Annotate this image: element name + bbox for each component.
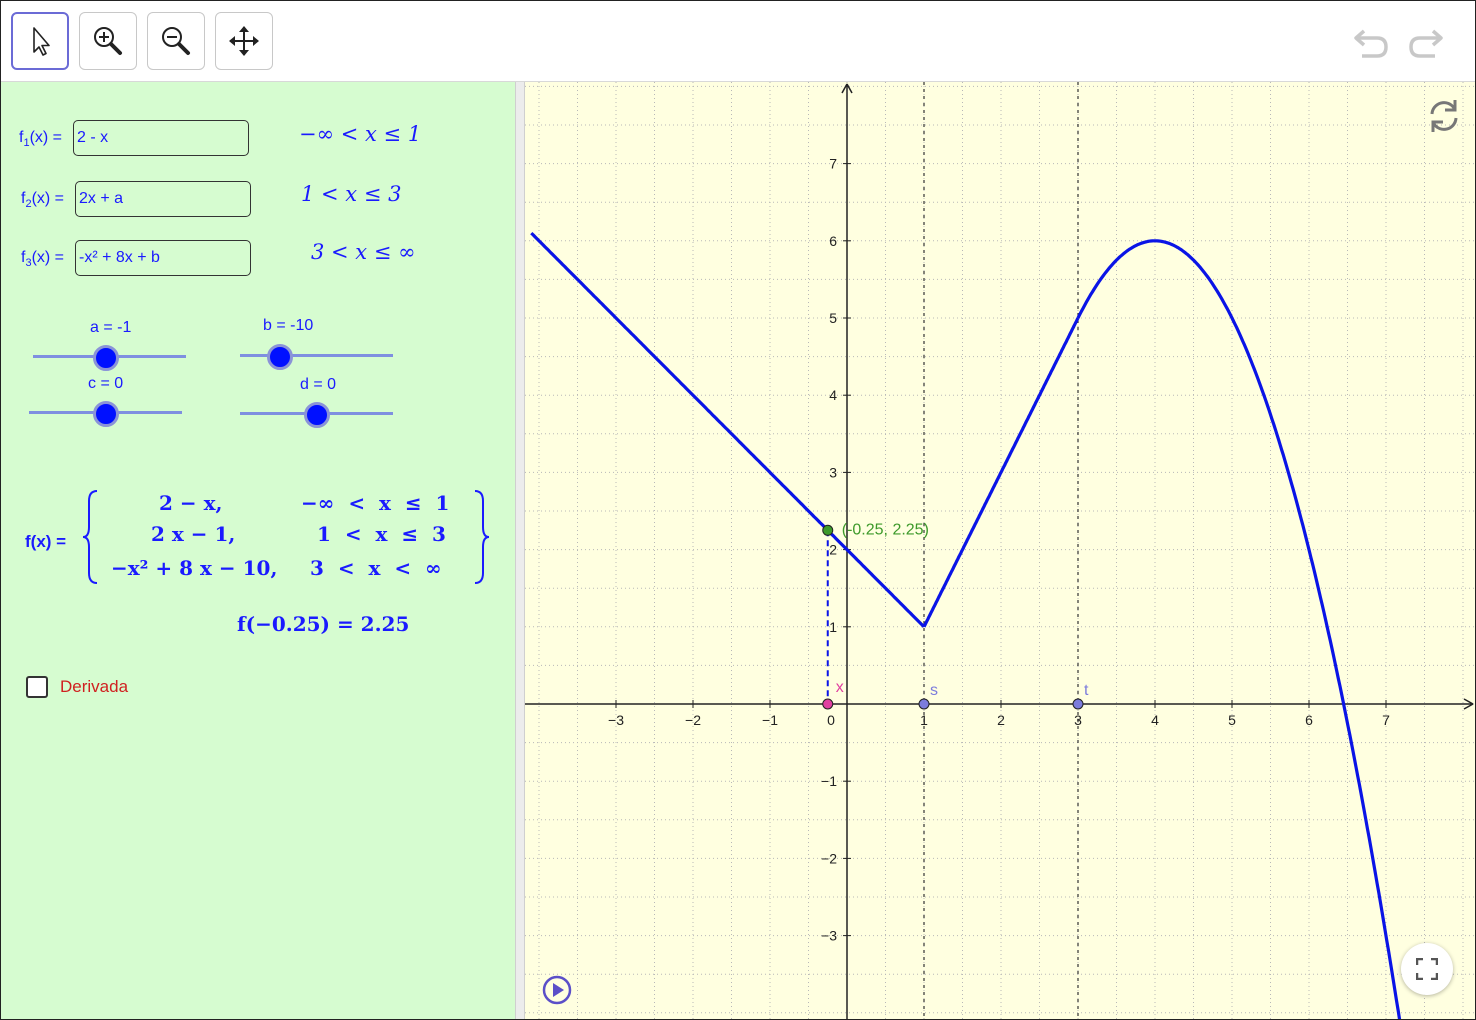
f3-condition: 3 < x ≤ ∞	[311, 240, 416, 264]
point-coordinate-label: (-0.25, 2.25)	[842, 521, 929, 538]
y-tick-label: −1	[821, 773, 837, 789]
derivative-checkbox-label[interactable]: Derivada	[60, 677, 128, 697]
point-s	[918, 698, 930, 710]
piecewise-label: f(x) =	[25, 532, 67, 551]
x-tick-label: 3	[1074, 712, 1082, 728]
f1-input[interactable]	[73, 120, 249, 156]
x-tick-label: 0	[827, 712, 835, 728]
y-tick-label: −2	[821, 850, 837, 866]
piecewise-row1-cond: −∞ < x ≤ 1	[301, 491, 450, 515]
slider-d-knob[interactable]	[303, 402, 330, 428]
piecewise-row3-expr: −x² + 8 x − 10,	[111, 556, 278, 580]
right-brace-icon	[474, 490, 490, 584]
x-point	[822, 698, 834, 710]
x-tick-label: 1	[920, 712, 928, 728]
x-tick-label: 6	[1305, 712, 1313, 728]
f1-condition: −∞ < x ≤ 1	[299, 122, 422, 146]
x-tick-label: 5	[1228, 712, 1236, 728]
piecewise-row1-expr: 2 − x,	[159, 491, 223, 515]
y-tick-label: 7	[829, 156, 837, 172]
x-tick-label: 2	[997, 712, 1005, 728]
redo-icon	[1409, 29, 1443, 58]
panel-divider[interactable]	[515, 82, 525, 1019]
x-tick-label: −1	[762, 712, 778, 728]
redo-button[interactable]	[1405, 21, 1447, 63]
x-tick-label: −2	[685, 712, 701, 728]
fullscreen-button[interactable]	[1401, 943, 1453, 995]
move-graphics-tool-button[interactable]	[215, 12, 273, 70]
x-tick-label: 7	[1382, 712, 1390, 728]
zoom-out-icon	[162, 27, 190, 55]
y-tick-label: 4	[829, 387, 837, 403]
evaluation-text: f(−0.25) = 2.25	[237, 612, 410, 636]
piecewise-row2-expr: 2 x − 1,	[151, 522, 236, 546]
refresh-icon[interactable]	[1424, 96, 1464, 136]
slider-b-knob[interactable]	[266, 344, 293, 370]
f2-label: f2(x) =	[21, 190, 65, 211]
y-tick-label: −3	[821, 928, 837, 944]
x-point-label: x	[836, 679, 844, 696]
undo-button[interactable]	[1350, 21, 1392, 63]
graph-background	[525, 82, 1475, 1019]
x-tick-label: 4	[1151, 712, 1159, 728]
play-icon[interactable]	[541, 974, 573, 1006]
y-tick-label: 6	[829, 233, 837, 249]
zoom-in-icon	[94, 27, 122, 55]
y-tick-label: 3	[829, 464, 837, 480]
geogebra-applet: f1(x) = −∞ < x ≤ 1 f2(x) = 1 < x ≤ 3 f3(…	[0, 0, 1476, 1020]
f3-label: f3(x) =	[21, 249, 65, 270]
slider-a-knob[interactable]	[93, 345, 120, 371]
left-brace-icon	[82, 490, 98, 584]
point-s-label: s	[930, 682, 938, 699]
move-tool-button[interactable]	[11, 12, 69, 70]
f2-input[interactable]	[75, 181, 251, 217]
zoom-out-tool-button[interactable]	[147, 12, 205, 70]
slider-b-track[interactable]	[240, 354, 393, 357]
x-tick-label: −3	[608, 712, 624, 728]
point-t	[1072, 698, 1084, 710]
derivative-checkbox[interactable]	[26, 676, 48, 698]
cursor-arrow-icon	[33, 27, 50, 56]
slider-a-label: a = -1	[90, 319, 132, 336]
point-on-curve	[822, 524, 834, 536]
fullscreen-icon	[1416, 958, 1438, 980]
piecewise-row3-cond: 3 < x < ∞	[310, 556, 442, 580]
slider-c-label: c = 0	[88, 375, 124, 392]
graph-canvas[interactable]: −3 −2 −1 0 1 2 3 4 5 6 7 7 6 5 4 3 2 1 −1 −2 −3 (-0.25, 2.25)…	[525, 82, 1475, 1019]
f2-condition: 1 < x ≤ 3	[301, 182, 402, 206]
y-tick-label: 2	[829, 542, 837, 558]
slider-c-knob[interactable]	[92, 401, 119, 427]
graphics-view[interactable]: −3 −2 −1 0 1 2 3 4 5 6 7 7 6 5 4 3 2 1 −1 −2 −3 (-0.25, 2.25)…	[525, 82, 1475, 1019]
zoom-in-tool-button[interactable]	[79, 12, 137, 70]
f1-label: f1(x) =	[19, 129, 63, 150]
point-t-label: t	[1084, 682, 1089, 699]
slider-d-label: d = 0	[300, 376, 337, 393]
undo-icon	[1354, 29, 1388, 58]
algebra-panel: f1(x) = −∞ < x ≤ 1 f2(x) = 1 < x ≤ 3 f3(…	[1, 82, 515, 1019]
y-tick-label: 1	[829, 619, 837, 635]
toolbar	[1, 1, 1475, 82]
piecewise-row2-cond: 1 < x ≤ 3	[317, 522, 446, 546]
y-tick-label: 5	[829, 310, 837, 326]
move-arrows-icon	[229, 26, 259, 56]
slider-b-label: b = -10	[263, 317, 314, 334]
f3-input[interactable]	[75, 240, 251, 276]
